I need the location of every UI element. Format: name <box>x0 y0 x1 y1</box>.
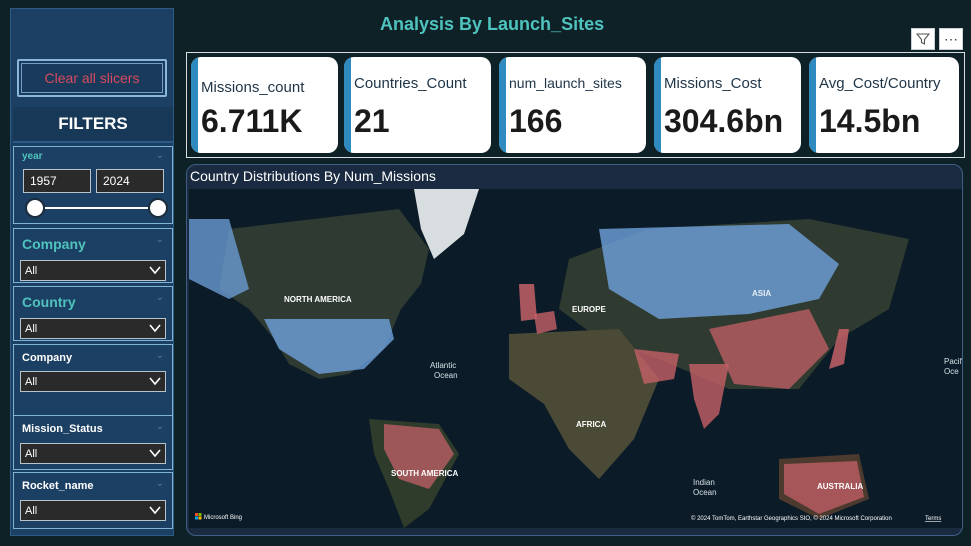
kpi-accent <box>344 57 351 153</box>
map-label-north-america: NORTH AMERICA <box>284 295 352 304</box>
bing-logo-text: Microsoft Bing <box>204 515 242 521</box>
chevron-down-icon <box>149 506 161 515</box>
chevron-down-icon <box>149 324 161 333</box>
map-attribution: © 2024 TomTom, Earthstar Geographics SIO… <box>691 515 892 522</box>
kpi-value: 166 <box>509 103 563 139</box>
kpi-label: num_launch_sites <box>509 75 622 91</box>
country-dropdown-value: All <box>25 322 38 335</box>
kpi-label: Missions_count <box>201 79 305 96</box>
map-label-atlantic-ocean: Ocean <box>434 371 458 380</box>
year-slider-end-handle[interactable] <box>148 198 168 218</box>
company-slicer-2: Company ⌄ All <box>13 344 173 416</box>
bing-logo-icon <box>195 513 198 516</box>
kpi-value: 21 <box>354 103 390 139</box>
mission-status-slicer: Mission_Status ⌄ All <box>13 415 173 470</box>
map-label-africa: AFRICA <box>576 420 606 429</box>
kpi-card-avg-cost-country[interactable]: Avg_Cost/Country 14.5bn <box>809 57 959 153</box>
filters-heading: FILTERS <box>13 107 173 143</box>
company-slicer-title: Company <box>22 236 86 252</box>
chevron-down-icon <box>149 266 161 275</box>
filter-panel: Clear all slicers FILTERS year ⌄ 1957 20… <box>10 8 174 536</box>
kpi-card-num-launch-sites[interactable]: num_launch_sites 166 <box>499 57 646 153</box>
country-slicer: Country ⌄ All <box>13 286 173 341</box>
company-dropdown-2[interactable]: All <box>20 371 166 392</box>
bing-logo-icon <box>198 513 202 516</box>
filter-funnel-icon <box>916 33 930 45</box>
rocket-name-slicer: Rocket_name ⌄ All <box>13 472 173 529</box>
map-title: Country Distributions By Num_Missions <box>190 168 436 184</box>
page-title: Analysis By Launch_Sites <box>380 14 605 34</box>
bing-logo-icon <box>195 516 198 520</box>
mission-status-dropdown-value: All <box>25 447 38 460</box>
map-label-pacific-ocean: Oce <box>944 367 959 376</box>
map-canvas[interactable]: NORTH AMERICA EUROPE ASIA AFRICA SOUTH A… <box>189 189 962 528</box>
map-label-south-america: SOUTH AMERICA <box>391 469 458 478</box>
country-dropdown[interactable]: All <box>20 318 166 339</box>
more-options-icon[interactable]: ⋯ <box>939 28 963 50</box>
bing-logo-icon <box>198 516 202 520</box>
chevron-down-icon[interactable]: ⌄ <box>156 421 164 432</box>
kpi-label: Countries_Count <box>354 75 467 92</box>
year-slider-track[interactable] <box>34 207 158 209</box>
year-slider-start-handle[interactable] <box>25 198 45 218</box>
rocket-name-dropdown[interactable]: All <box>20 500 166 521</box>
country-distribution-map[interactable]: Country Distributions By Num_Missions NO… <box>186 164 963 536</box>
chevron-down-icon[interactable]: ⌄ <box>156 350 164 361</box>
map-label-indian: Indian <box>693 478 715 487</box>
kpi-accent <box>191 57 198 153</box>
kpi-accent <box>654 57 661 153</box>
kpi-value: 304.6bn <box>664 103 784 139</box>
kpi-accent <box>499 57 506 153</box>
kpi-card-countries-count[interactable]: Countries_Count 21 <box>344 57 491 153</box>
country-slicer-title: Country <box>22 294 76 310</box>
year-slicer: year ⌄ 1957 2024 <box>13 146 173 224</box>
kpi-card-missions-cost[interactable]: Missions_Cost 304.6bn <box>654 57 801 153</box>
map-label-australia: AUSTRALIA <box>817 482 863 491</box>
kpi-row: Missions_count 6.711K Countries_Count 21… <box>186 52 965 158</box>
year-start-input[interactable]: 1957 <box>23 169 91 193</box>
kpi-value: 6.711K <box>201 103 303 139</box>
year-slicer-title: year <box>22 151 43 162</box>
mission-status-slicer-title: Mission_Status <box>22 423 103 435</box>
rocket-name-slicer-title: Rocket_name <box>22 480 94 492</box>
company-slicer: Company ⌄ All <box>13 228 173 283</box>
clear-all-slicers-button[interactable]: Clear all slicers <box>17 59 167 97</box>
kpi-label: Avg_Cost/Country <box>819 75 941 92</box>
map-label-indian-ocean: Ocean <box>693 488 717 497</box>
chevron-down-icon[interactable]: ⌄ <box>156 292 164 303</box>
company-dropdown-2-value: All <box>25 375 38 388</box>
chevron-down-icon[interactable]: ⌄ <box>156 234 164 245</box>
year-end-input[interactable]: 2024 <box>96 169 164 193</box>
company-dropdown-value: All <box>25 264 38 277</box>
kpi-label: Missions_Cost <box>664 75 762 92</box>
chevron-down-icon[interactable]: ⌄ <box>156 150 164 161</box>
map-label-pacific: Pacif <box>944 357 962 366</box>
filter-icon[interactable] <box>911 28 935 50</box>
kpi-accent <box>809 57 816 153</box>
chevron-down-icon[interactable]: ⌄ <box>156 478 164 489</box>
mission-status-dropdown[interactable]: All <box>20 443 166 464</box>
map-label-asia: ASIA <box>752 289 771 298</box>
world-map[interactable]: NORTH AMERICA EUROPE ASIA AFRICA SOUTH A… <box>189 189 962 528</box>
kpi-value: 14.5bn <box>819 103 921 139</box>
terms-link[interactable]: Terms <box>925 516 941 522</box>
kpi-card-missions-count[interactable]: Missions_count 6.711K <box>191 57 338 153</box>
company-slicer-2-title: Company <box>22 352 73 364</box>
chevron-down-icon <box>149 449 161 458</box>
chevron-down-icon <box>149 377 161 386</box>
map-label-atlantic: Atlantic <box>430 361 456 370</box>
map-label-europe: EUROPE <box>572 305 606 314</box>
rocket-name-dropdown-value: All <box>25 504 38 517</box>
company-dropdown[interactable]: All <box>20 260 166 281</box>
